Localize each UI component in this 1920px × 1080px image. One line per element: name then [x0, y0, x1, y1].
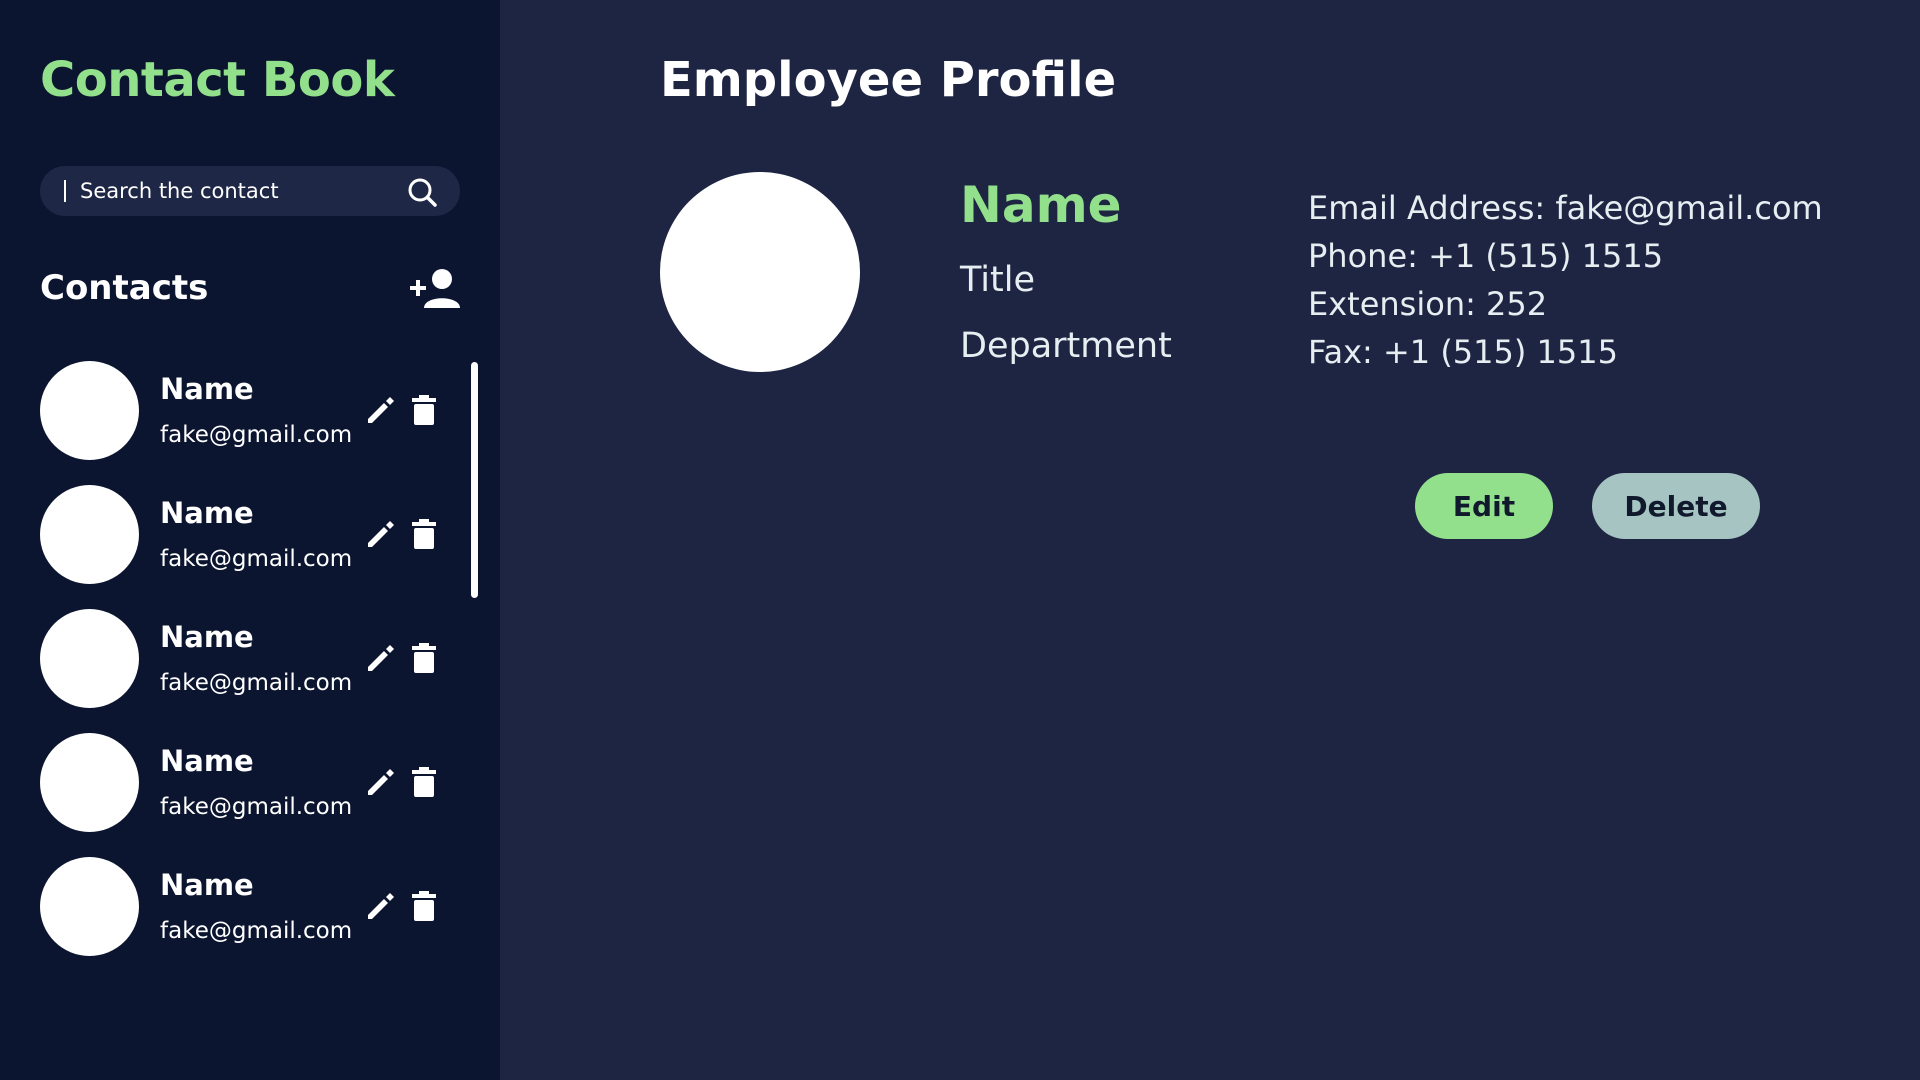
- page-title: Employee Profile: [660, 52, 1117, 108]
- trash-icon[interactable]: [410, 642, 438, 674]
- contact-email: fake@gmail.com: [160, 670, 353, 696]
- search-placeholder: Search the contact: [80, 179, 279, 203]
- trash-icon[interactable]: [410, 890, 438, 922]
- profile-avatar: [660, 172, 860, 372]
- contact-email: fake@gmail.com: [160, 794, 353, 820]
- app-title: Contact Book: [40, 52, 395, 108]
- contact-name: Name: [160, 372, 254, 406]
- pencil-icon[interactable]: [364, 395, 396, 427]
- contact-item[interactable]: Name fake@gmail.com: [40, 732, 460, 856]
- contact-name: Name: [160, 496, 254, 530]
- contact-email: fake@gmail.com: [160, 546, 353, 572]
- profile-phone: Phone: +1 (515) 1515: [1308, 237, 1664, 275]
- add-user-icon[interactable]: [410, 268, 462, 310]
- profile-title: Title: [960, 260, 1036, 300]
- avatar: [40, 857, 139, 956]
- contact-email: fake@gmail.com: [160, 918, 353, 944]
- profile-department: Department: [960, 326, 1172, 366]
- pencil-icon[interactable]: [364, 767, 396, 799]
- contact-item[interactable]: Name fake@gmail.com: [40, 484, 460, 608]
- text-caret: [64, 180, 66, 202]
- avatar: [40, 485, 139, 584]
- pencil-icon[interactable]: [364, 643, 396, 675]
- trash-icon[interactable]: [410, 518, 438, 550]
- pencil-icon[interactable]: [364, 891, 396, 923]
- trash-icon[interactable]: [410, 394, 438, 426]
- avatar: [40, 609, 139, 708]
- contact-name: Name: [160, 744, 254, 778]
- sidebar: Contact Book Search the contact Contacts…: [0, 0, 500, 1080]
- contact-email: fake@gmail.com: [160, 422, 353, 448]
- search-input[interactable]: Search the contact: [40, 166, 460, 216]
- contact-item[interactable]: Name fake@gmail.com: [40, 360, 460, 484]
- contact-item[interactable]: Name fake@gmail.com: [40, 856, 460, 980]
- search-icon[interactable]: [406, 176, 438, 208]
- avatar: [40, 361, 139, 460]
- trash-icon[interactable]: [410, 766, 438, 798]
- contact-list: Name fake@gmail.com Name fake@gmail.com: [40, 360, 460, 980]
- profile-email: Email Address: fake@gmail.com: [1308, 189, 1823, 227]
- contacts-heading: Contacts: [40, 268, 209, 308]
- avatar: [40, 733, 139, 832]
- profile-name: Name: [960, 176, 1122, 234]
- profile-fax: Fax: +1 (515) 1515: [1308, 333, 1618, 371]
- pencil-icon[interactable]: [364, 519, 396, 551]
- delete-button[interactable]: Delete: [1592, 473, 1760, 539]
- contact-name: Name: [160, 620, 254, 654]
- contact-item[interactable]: Name fake@gmail.com: [40, 608, 460, 732]
- contact-list-scrollbar[interactable]: [471, 362, 478, 598]
- profile-extension: Extension: 252: [1308, 285, 1548, 323]
- profile-details: Email Address: fake@gmail.com Phone: +1 …: [1308, 184, 1823, 376]
- edit-button[interactable]: Edit: [1415, 473, 1553, 539]
- contact-name: Name: [160, 868, 254, 902]
